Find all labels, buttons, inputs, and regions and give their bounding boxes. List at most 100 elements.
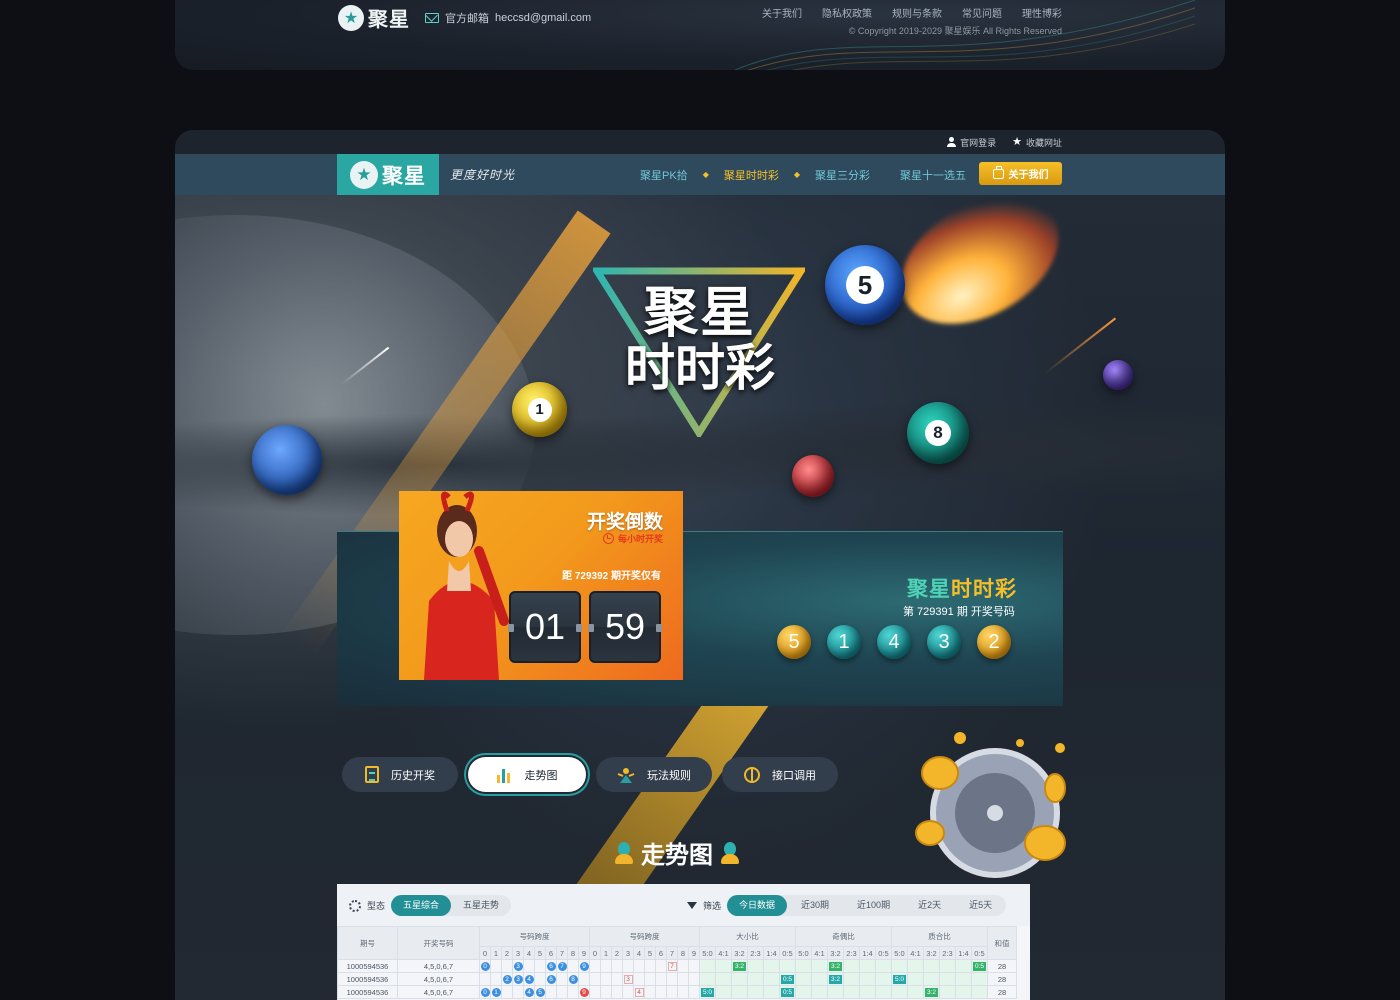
- ratio-cell: [763, 985, 780, 999]
- trend-marker: 8: [568, 975, 578, 984]
- digit-cell: 9: [578, 985, 590, 999]
- footer-email: 官方邮箱 heccsd@gmail.com: [425, 10, 591, 26]
- tab-label: 玩法规则: [647, 769, 691, 782]
- sum-cell: 28: [987, 959, 1017, 973]
- main-card: 官网登录 ★ 收藏网址 ★ 聚星 更度好时光 聚星PK拾 ◆ 聚星时时彩 ◆ 聚…: [175, 130, 1225, 1000]
- nav-logo-text: 聚星: [382, 164, 426, 188]
- form-option[interactable]: 五星走势: [451, 895, 511, 916]
- result-ball: 3: [927, 625, 961, 659]
- digit-cell: [688, 959, 700, 973]
- range-option[interactable]: 近5天: [955, 895, 1006, 916]
- tab-api[interactable]: 接口调用: [722, 757, 838, 792]
- trend-marker: 4: [524, 988, 534, 997]
- footer-link[interactable]: 隐私权政策: [822, 5, 872, 20]
- footer-copyright: © Copyright 2019-2029 聚星娱乐 All Rights Re…: [848, 26, 1062, 36]
- digit-cell: [589, 985, 601, 999]
- nav-item-ssc[interactable]: 聚星时时彩: [709, 167, 794, 183]
- trend-marker: 5: [535, 988, 545, 997]
- tab-trend-chart[interactable]: 走势图: [468, 757, 586, 792]
- footer-email-address[interactable]: heccsd@gmail.com: [495, 12, 591, 24]
- ratio-cell: [811, 985, 828, 999]
- countdown-issue: 距 729392 期开奖仅有: [562, 571, 661, 582]
- table-header: 1: [600, 946, 612, 960]
- digit-cell: [611, 985, 623, 999]
- digit-cell: [644, 972, 656, 986]
- footer-logo[interactable]: ★ 聚星: [338, 3, 410, 32]
- table-header: 1:4: [955, 946, 972, 960]
- trend-marker: 0:5: [780, 988, 795, 997]
- about-button[interactable]: 关于我们: [979, 162, 1062, 185]
- form-option[interactable]: 五星综合: [391, 895, 452, 916]
- ratio-cell: [891, 959, 908, 973]
- digit-cell: [655, 985, 667, 999]
- footer-link[interactable]: 关于我们: [762, 5, 802, 20]
- code-cell: 4,5,0,6,7: [397, 985, 480, 999]
- table-header: 0:5: [875, 946, 892, 960]
- trend-marker: 3:2: [924, 988, 939, 997]
- range-option[interactable]: 近100期: [843, 895, 904, 916]
- nav-item-3min[interactable]: 聚星三分彩: [800, 167, 885, 183]
- digit-cell: 3: [622, 972, 634, 986]
- bookmark-link[interactable]: ★ 收藏网址: [1012, 136, 1062, 149]
- result-ball: 5: [777, 625, 811, 659]
- ball-1-graphic: 1: [512, 382, 567, 437]
- footer-link[interactable]: 理性博彩: [1022, 5, 1062, 20]
- table-header: 0:5: [779, 946, 796, 960]
- clock-icon: [602, 533, 614, 544]
- table-header: 6: [545, 946, 557, 960]
- trend-heading: 走势图: [615, 835, 739, 870]
- footer-link[interactable]: 常见问题: [962, 5, 1002, 20]
- ratio-cell: [747, 972, 764, 986]
- range-option[interactable]: 近30期: [787, 895, 843, 916]
- table-header: 0: [589, 946, 601, 960]
- table-header: 8: [567, 946, 579, 960]
- table-header: 2:3: [747, 946, 764, 960]
- purple-ball-graphic: [1103, 360, 1133, 390]
- table-header: 3:2: [731, 946, 748, 960]
- result-ball: 4: [877, 625, 911, 659]
- form-segment: 五星综合 五星走势: [391, 895, 512, 916]
- tab-history[interactable]: 历史开奖: [342, 757, 458, 792]
- tab-label: 历史开奖: [391, 769, 435, 782]
- table-row: 1000594536 4,5,0,6,7 0 3 6 7 9 7 3:2 3:2 0:5 28: [337, 959, 1017, 973]
- code-cell: 4,5,0,6,7: [397, 972, 480, 986]
- table-header: 5: [644, 946, 656, 960]
- login-link[interactable]: 官网登录: [947, 136, 996, 149]
- about-button-label: 关于我们: [1008, 170, 1049, 181]
- digit-cell: 3: [512, 959, 524, 973]
- result-numbers: 5 1 4 3 2: [777, 625, 1011, 659]
- ratio-cell: [859, 959, 876, 973]
- table-row: 1000594536 4,5,0,6,7 0 1 4 5 9 4 5:0 0:5 3:2 28: [337, 985, 1017, 999]
- digit-cell: 0: [479, 985, 491, 999]
- nav-item-11x5[interactable]: 聚星十一选五: [885, 167, 981, 183]
- nav-item-pk10[interactable]: 聚星PK拾: [625, 167, 703, 183]
- nav-logo[interactable]: ★ 聚星: [337, 154, 439, 195]
- digit-cell: [600, 972, 612, 986]
- footer-link[interactable]: 规则与条款: [892, 5, 942, 20]
- blue-ball-graphic: [252, 425, 322, 495]
- digit-cell: [545, 985, 557, 999]
- table-header: 2: [611, 946, 623, 960]
- range-option[interactable]: 今日数据: [727, 895, 788, 916]
- table-header: 5:0: [891, 946, 908, 960]
- ratio-cell: [779, 959, 796, 973]
- hero-banner: 聚星 时时彩 5 1 8 开奖倒数 每小时开奖 距 729392 期开奖仅有 0…: [175, 195, 1225, 1000]
- digit-cell: [501, 985, 513, 999]
- ratio-cell: [955, 972, 972, 986]
- trend-marker: 3:2: [828, 975, 843, 984]
- tab-rules[interactable]: 玩法规则: [596, 757, 712, 792]
- timer-seconds: 59: [588, 591, 662, 663]
- digit-cell: [611, 959, 623, 973]
- range-option[interactable]: 近2天: [904, 895, 955, 916]
- issue-cell: 1000594536: [337, 972, 398, 986]
- trend-marker: 0: [480, 962, 490, 971]
- trend-marker: 5:0: [892, 975, 907, 984]
- digit-cell: [600, 959, 612, 973]
- history-icon: [365, 766, 379, 783]
- countdown-subtitle: 每小时开奖: [602, 532, 663, 545]
- table-header: 5:0: [699, 946, 716, 960]
- ratio-cell: [795, 959, 812, 973]
- trend-marker: 3:2: [732, 962, 747, 971]
- digit-cell: [589, 972, 601, 986]
- trend-marker: 9: [579, 988, 589, 997]
